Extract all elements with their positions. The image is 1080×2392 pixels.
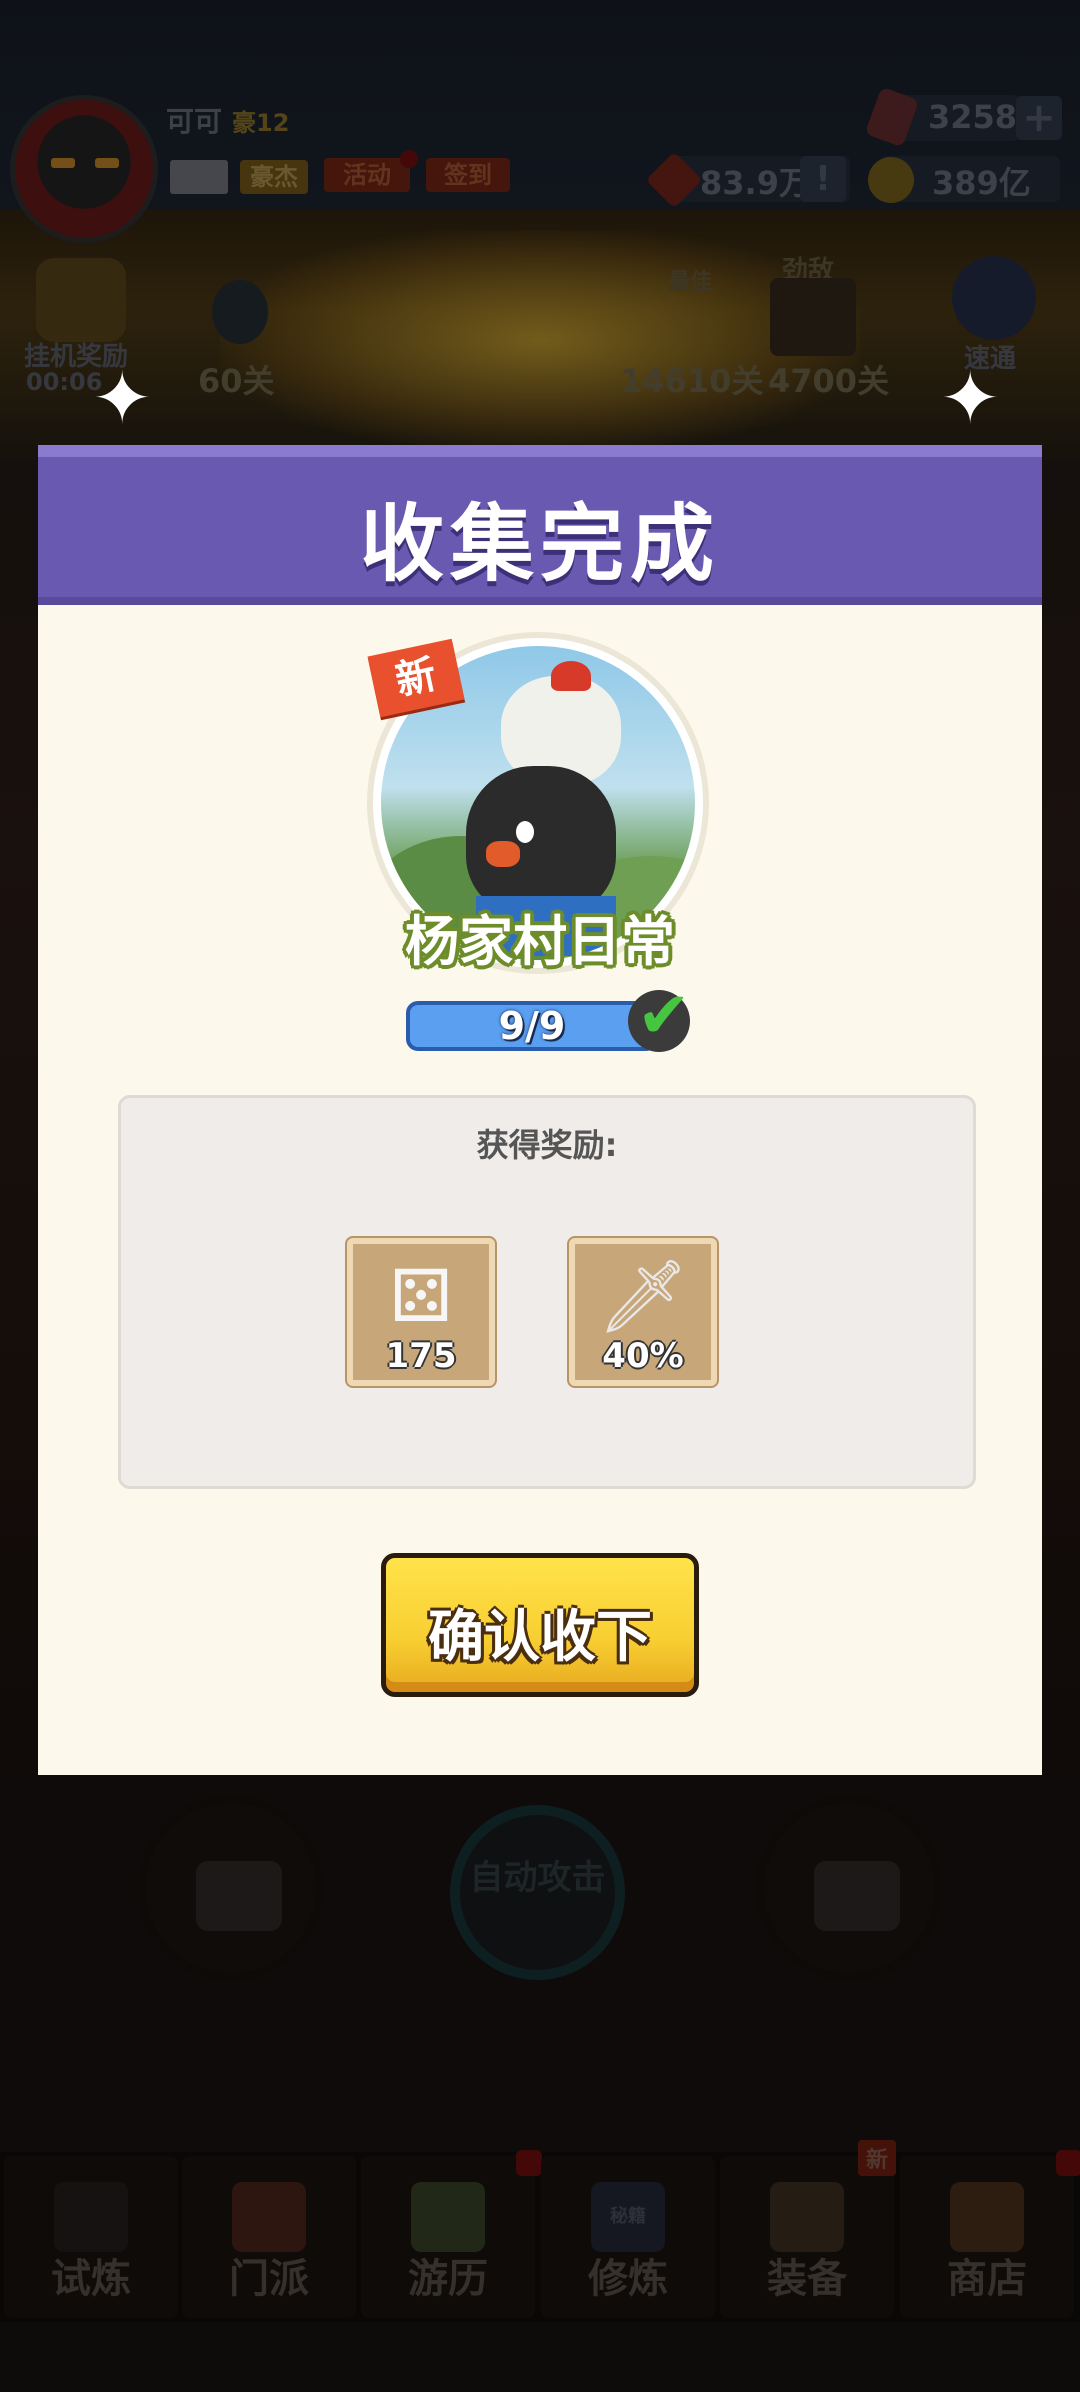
reward-item-sword[interactable]: 🗡 40%	[569, 1238, 717, 1386]
bird-eye	[516, 821, 534, 843]
card-name: 杨家村日常	[405, 910, 675, 973]
dialog-title: 收集完成	[359, 495, 720, 593]
black-bird-figure	[466, 766, 616, 916]
checkmark-glyph: ✔	[637, 979, 691, 1053]
reward-item-dice[interactable]: ⚄ 175	[347, 1238, 495, 1386]
sparkle-icon: ✦	[940, 356, 1001, 440]
sparkle-icon: ✦	[92, 356, 153, 440]
confirm-button[interactable]: 确认收下	[381, 1553, 699, 1697]
check-icon: ✔	[628, 980, 691, 1052]
header-shine	[38, 445, 1042, 457]
chicken-comb	[551, 661, 591, 691]
dice-icon: ⚄	[389, 1254, 453, 1338]
reward-value: 40%	[602, 1336, 684, 1376]
reward-panel: 获得奖励: ⚄ 175 🗡 40%	[118, 1095, 976, 1489]
reward-title: 获得奖励:	[476, 1126, 618, 1164]
dialog-header: 收集完成	[38, 445, 1042, 605]
confirm-label: 确认收下	[428, 1605, 652, 1670]
collection-complete-dialog: 收集完成 新 杨家村日常 9/9 ✔ 获得奖励: ⚄ 175 🗡 40% 确认收…	[38, 445, 1042, 1775]
progress-text: 9/9	[498, 1004, 566, 1048]
sword-icon: 🗡	[597, 1254, 689, 1338]
reward-value: 175	[385, 1336, 457, 1376]
bird-beak	[486, 841, 520, 867]
collection-progress-bar: 9/9	[406, 1001, 658, 1051]
